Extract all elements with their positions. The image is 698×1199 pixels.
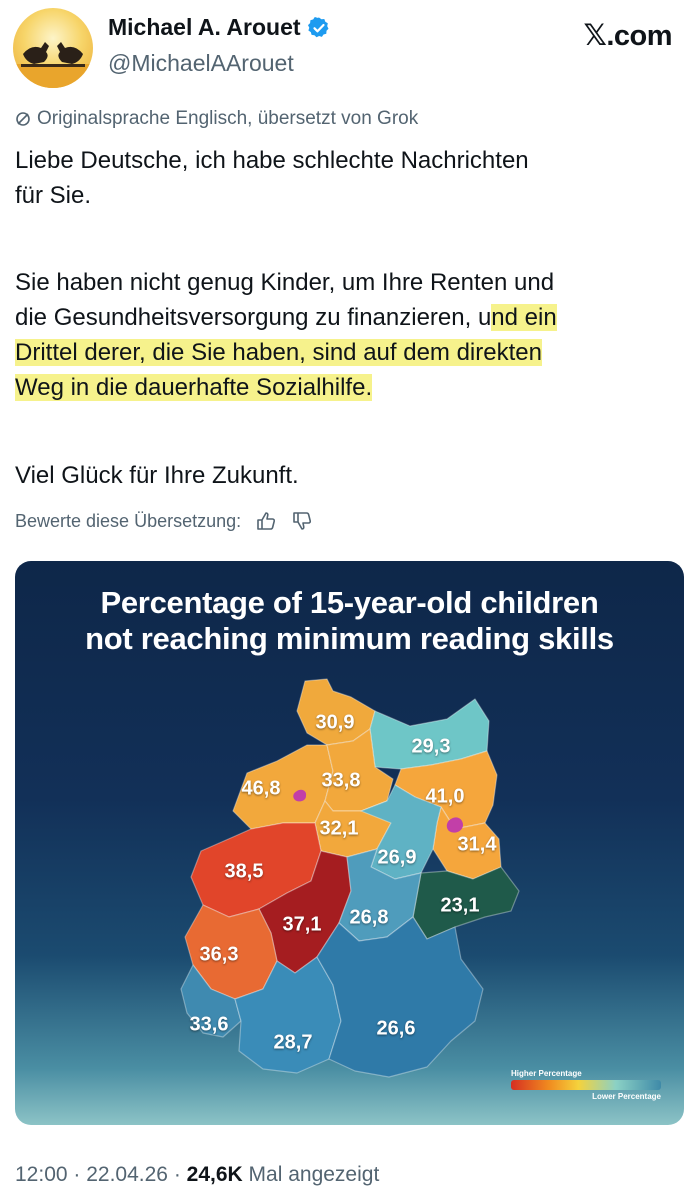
tweet-text: die Gesundheitsversorgung zu finanzieren…: [15, 304, 492, 331]
state-value-label: 33,6: [189, 1013, 229, 1036]
state-value-label: 38,5: [224, 860, 264, 883]
state-value-label: 29,3: [411, 735, 451, 758]
map-region: [316, 916, 484, 1078]
bull-bear-icon: [13, 42, 93, 88]
legend-gradient-bar: [511, 1080, 661, 1090]
state-value-label: 46,8: [241, 777, 281, 800]
highlighted-text: Weg in die dauerhafte Sozialhilfe.: [15, 374, 373, 401]
highlighted-text: Drittel derer, die Sie haben, sind auf d…: [15, 339, 542, 366]
legend-high-label: Higher Percentage: [511, 1069, 582, 1078]
tweet-time[interactable]: 12:00: [15, 1163, 68, 1186]
state-value-label: 26,6: [376, 1017, 416, 1040]
x-logo-icon: 𝕏: [583, 18, 607, 52]
x-logo-domain: .com: [606, 20, 672, 52]
author-handle[interactable]: @MichaelAArouet: [108, 50, 294, 77]
author-name-text[interactable]: Michael A. Arouet: [108, 14, 301, 41]
state-value-label: 41,0: [425, 785, 465, 808]
view-count-label: Mal angezeigt: [248, 1163, 380, 1186]
state-value-label: 31,4: [457, 833, 497, 856]
tweet-date[interactable]: 22.04.26: [86, 1163, 168, 1186]
state-value-label: 32,1: [319, 817, 359, 840]
state-value-label: 28,7: [273, 1031, 313, 1054]
map-legend: Higher Percentage Lower Percentage: [511, 1069, 661, 1101]
thumbs-up-icon[interactable]: [255, 510, 277, 532]
translate-slash-icon: [16, 112, 30, 126]
germany-map: [180, 678, 520, 1078]
highlighted-text: nd ein: [491, 304, 557, 331]
thumbs-down-icon[interactable]: [291, 510, 313, 532]
view-count: 24,6K: [186, 1163, 243, 1186]
rate-translation-label: Bewerte diese Übersetzung:: [15, 510, 242, 531]
tweet-line: Weg in die dauerhafte Sozialhilfe.: [15, 370, 557, 405]
state-value-label: 26,8: [349, 906, 389, 929]
tweet-line: die Gesundheitsversorgung zu finanzieren…: [15, 300, 557, 335]
avatar[interactable]: [13, 8, 93, 88]
author-name[interactable]: Michael A. Arouet: [108, 14, 331, 41]
tweet-line: Drittel derer, die Sie haben, sind auf d…: [15, 335, 557, 370]
tweet-line: für Sie.: [15, 182, 92, 209]
state-value-label: 33,8: [321, 769, 361, 792]
legend-low-label: Lower Percentage: [592, 1092, 661, 1101]
state-value-label: 26,9: [377, 846, 417, 869]
tweet-paragraph-2: Sie haben nicht genug Kinder, um Ihre Re…: [15, 265, 557, 405]
state-value-label: 37,1: [282, 913, 322, 936]
tweet-line: Sie haben nicht genug Kinder, um Ihre Re…: [15, 269, 555, 296]
tweet-line: Liebe Deutsche, ich habe schlechte Nachr…: [15, 147, 529, 174]
rate-translation: Bewerte diese Übersetzung:: [15, 510, 313, 532]
tweet-paragraph-3: Viel Glück für Ihre Zukunft.: [15, 462, 299, 489]
state-value-label: 23,1: [440, 894, 480, 917]
map-image[interactable]: Percentage of 15-year-old children not r…: [15, 561, 684, 1125]
separator-dot: ·: [73, 1163, 87, 1186]
separator-dot: ·: [173, 1163, 187, 1186]
translation-note: Originalsprache Englisch, übersetzt von …: [15, 108, 418, 130]
x-com-logo: 𝕏.com: [583, 18, 672, 53]
tweet-paragraph-1: Liebe Deutsche, ich habe schlechte Nachr…: [15, 143, 529, 213]
translation-note-text: Originalsprache Englisch, übersetzt von …: [37, 108, 419, 129]
tweet-meta: 12:00 · 22.04.26 · 24,6K Mal angezeigt: [15, 1163, 379, 1187]
state-value-label: 36,3: [199, 943, 239, 966]
verified-badge-icon: [307, 16, 329, 37]
state-value-label: 30,9: [315, 711, 355, 734]
